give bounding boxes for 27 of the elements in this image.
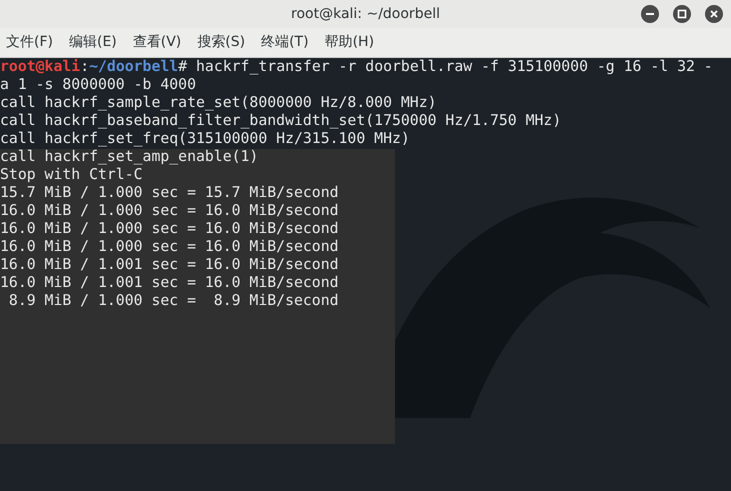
output-line: 16.0 MiB / 1.000 sec = 16.0 MiB/second: [0, 238, 340, 256]
menu-item[interactable]: 搜索(S): [197, 32, 246, 53]
output-line: call hackrf_baseband_filter_bandwidth_set(1750000 Hz/1.750 MHz): [0, 112, 562, 130]
output-line: 16.0 MiB / 1.001 sec = 16.0 MiB/second: [0, 274, 340, 292]
prompt-user: root@kali: [0, 58, 80, 75]
menu-item[interactable]: 编辑(E): [68, 32, 117, 53]
minimize-icon[interactable]: [641, 5, 659, 23]
output-line: 15.7 MiB / 1.000 sec = 15.7 MiB/second: [0, 184, 340, 202]
command-text: # hackrf_transfer -r doorbell.raw -f 315100000 -g 16 -l 32 -: [178, 58, 713, 75]
output-line: 16.0 MiB / 1.001 sec = 16.0 MiB/second: [0, 256, 340, 274]
output-line: 16.0 MiB / 1.000 sec = 16.0 MiB/second: [0, 220, 340, 238]
menu-item[interactable]: 终端(T): [261, 32, 309, 53]
window-title: root@kali: ~/doorbell: [291, 4, 440, 24]
menu-item[interactable]: 文件(F): [6, 32, 53, 53]
close-icon[interactable]: [705, 5, 723, 23]
output-line: 16.0 MiB / 1.000 sec = 16.0 MiB/second: [0, 202, 340, 220]
maximize-icon[interactable]: [673, 5, 691, 23]
output-line: Stop with Ctrl-C: [0, 166, 144, 184]
menu-item[interactable]: 帮助(H): [324, 32, 374, 53]
menu-item[interactable]: 查看(V): [132, 32, 182, 53]
prompt-separator: :: [80, 58, 90, 75]
prompt-path: ~/doorbell: [89, 58, 178, 75]
output-line: a 1 -s 8000000 -b 4000: [0, 76, 197, 94]
output-line: 8.9 MiB / 1.000 sec = 8.9 MiB/second: [8, 292, 340, 310]
output-line: call hackrf_set_freq(315100000 Hz/315.100 MHz): [0, 130, 411, 148]
output-line: call hackrf_set_amp_enable(1): [0, 148, 260, 166]
output-line: call hackrf_sample_rate_set(8000000 Hz/8.000 MHz): [0, 94, 438, 112]
